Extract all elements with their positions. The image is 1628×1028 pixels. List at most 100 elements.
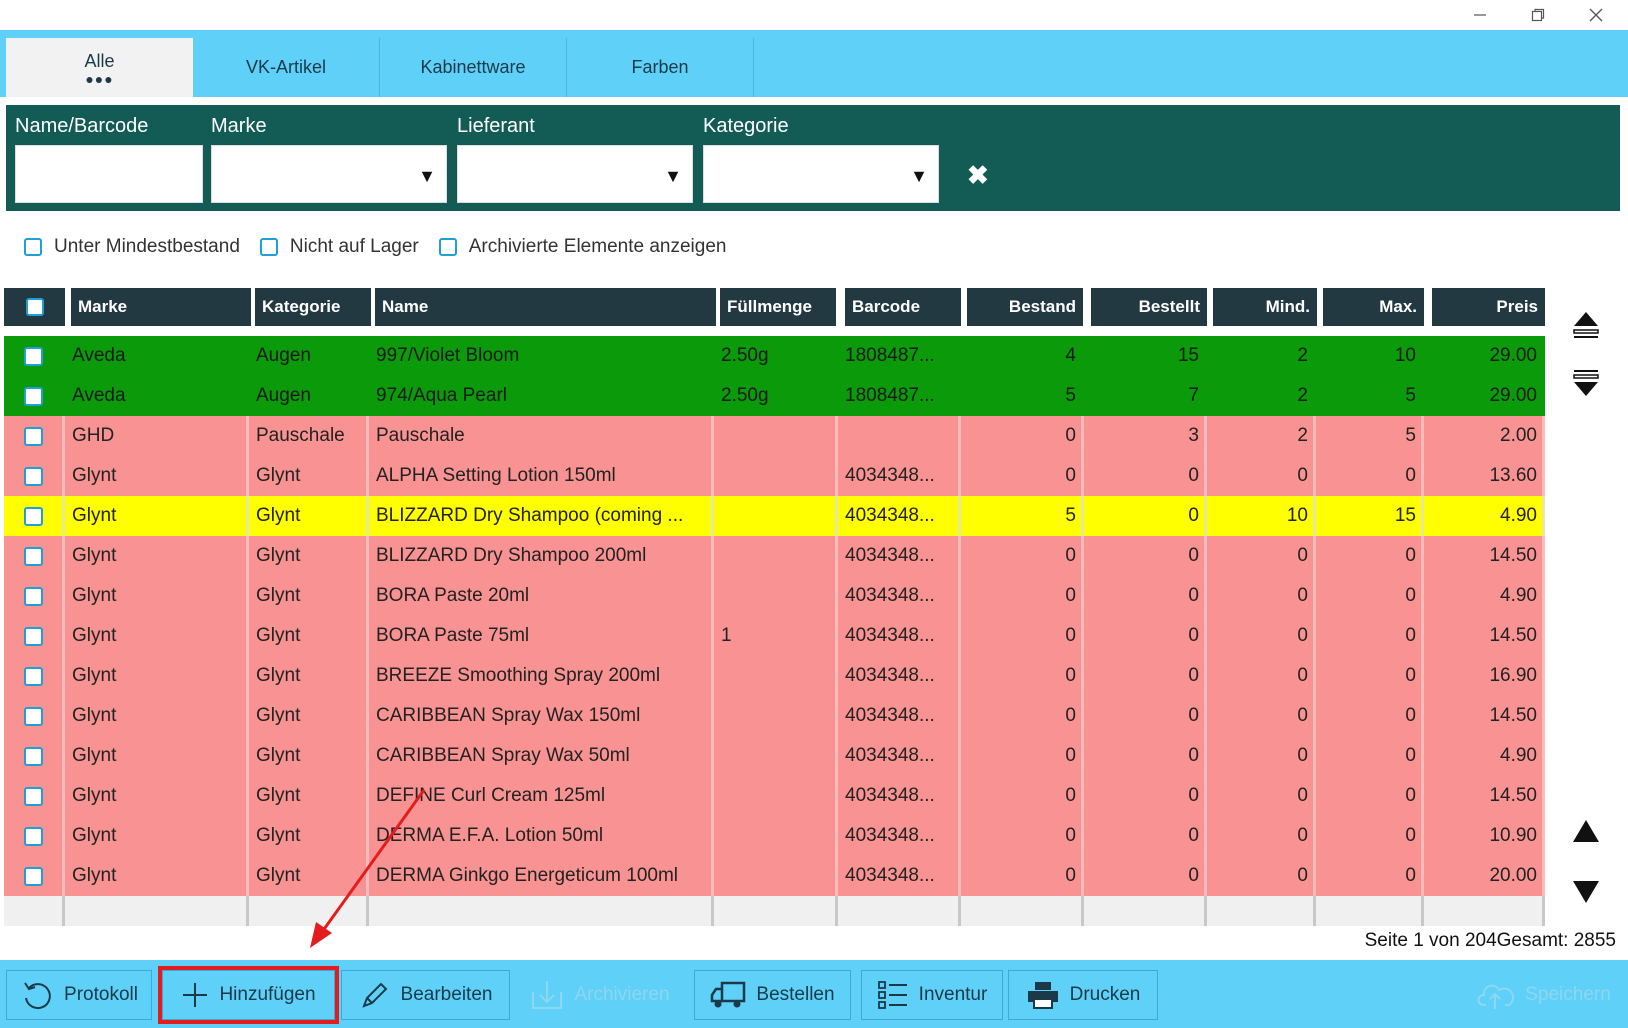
category-select[interactable]: ▼	[703, 145, 939, 203]
row-checkbox[interactable]	[23, 386, 43, 406]
select-all-header[interactable]	[4, 288, 65, 326]
edit-button[interactable]: Bearbeiten	[341, 970, 510, 1020]
close-icon	[1589, 8, 1603, 22]
row-select-cell[interactable]	[4, 496, 65, 536]
tab-label: VK-Artikel	[245, 57, 326, 77]
row-checkbox[interactable]	[23, 346, 43, 366]
cell-mind: 0	[1207, 576, 1316, 616]
minimize-icon	[1474, 14, 1486, 16]
row-select-cell[interactable]	[4, 536, 65, 576]
row-checkbox[interactable]	[23, 786, 43, 806]
row-select-cell[interactable]	[4, 656, 65, 696]
row-select-cell[interactable]	[4, 856, 65, 896]
row-select-cell[interactable]	[4, 456, 65, 496]
row-checkbox[interactable]	[23, 506, 43, 526]
cell-marke: Glynt	[65, 816, 249, 856]
option-label: Nicht auf Lager	[289, 236, 419, 257]
cell-name: BLIZZARD Dry Shampoo 200ml	[369, 536, 714, 576]
checkbox-icon[interactable]	[24, 238, 42, 256]
row-checkbox[interactable]	[23, 866, 43, 886]
row-select-cell[interactable]	[4, 816, 65, 856]
select-all-checkbox[interactable]	[25, 298, 44, 316]
table-row[interactable]: Glynt Glynt DEFINE Curl Cream 125ml 4034348…	[4, 776, 1545, 816]
table-row[interactable]: Glynt Glynt BLIZZARD Dry Shampoo (coming .…	[4, 496, 1545, 536]
supplier-select[interactable]: ▼	[457, 145, 693, 203]
cell-barcode: 4034348...	[838, 656, 961, 696]
table-row[interactable]: Aveda Augen 997/Violet Bloom 2.50g 1808487..…	[4, 336, 1545, 376]
row-select-cell[interactable]	[4, 736, 65, 776]
column-header-name[interactable]: Name	[375, 288, 716, 326]
scroll-top-button[interactable]	[1566, 304, 1606, 344]
row-checkbox[interactable]	[23, 546, 43, 566]
cell-fuellmenge	[714, 696, 838, 736]
protokoll-button[interactable]: Protokoll	[6, 970, 152, 1020]
column-header-barcode[interactable]: Barcode	[845, 288, 961, 326]
row-checkbox[interactable]	[23, 706, 43, 726]
table-row[interactable]: Aveda Augen 974/Aqua Pearl 2.50g 1808487... 5…	[4, 376, 1545, 416]
table-row[interactable]: Glynt Glynt BREEZE Smoothing Spray 200ml 40…	[4, 656, 1545, 696]
tab-alle[interactable]: Alle ●●●	[6, 38, 193, 97]
cell-bestand: 0	[961, 656, 1084, 696]
table-row[interactable]: Glynt Glynt ALPHA Setting Lotion 150ml 4034…	[4, 456, 1545, 496]
column-header-fuellmenge[interactable]: Füllmenge	[720, 288, 836, 326]
row-checkbox[interactable]	[23, 666, 43, 686]
table-row[interactable]: Glynt Glynt DERMA Ginkgo Energeticum 100ml…	[4, 856, 1545, 896]
cell-name: DEFINE Curl Cream 125ml	[369, 776, 714, 816]
archive-button[interactable]: Archivieren	[520, 970, 680, 1020]
column-header-bestellt[interactable]: Bestellt	[1091, 288, 1207, 326]
column-header-marke[interactable]: Marke	[71, 288, 251, 326]
order-button[interactable]: Bestellen	[694, 970, 851, 1020]
add-button[interactable]: Hinzufügen	[158, 966, 339, 1024]
table-row[interactable]: Glynt Glynt DERMA E.F.A. Lotion 50ml 403434…	[4, 816, 1545, 856]
cell-preis: 14.50	[1424, 616, 1545, 656]
minimize-button[interactable]	[1452, 0, 1508, 30]
option-out-of-stock[interactable]: Nicht auf Lager	[259, 236, 419, 258]
option-below-minimum[interactable]: Unter Mindestbestand	[24, 236, 240, 258]
table-row[interactable]: Glynt Glynt BORA Paste 20ml 4034348... 0 0 0 0 4…	[4, 576, 1545, 616]
print-button[interactable]: Drucken	[1008, 970, 1158, 1020]
cell-marke: Glynt	[65, 656, 249, 696]
row-checkbox[interactable]	[23, 426, 43, 446]
row-select-cell[interactable]	[4, 336, 65, 376]
column-header-preis[interactable]: Preis	[1432, 288, 1545, 326]
option-show-archived[interactable]: Archivierte Elemente anzeigen	[438, 236, 726, 258]
save-button[interactable]: Speichern	[1468, 970, 1620, 1020]
table-row[interactable]: Glynt Glynt BLIZZARD Dry Shampoo 200ml 4034…	[4, 536, 1545, 576]
tab-kabinettware[interactable]: Kabinettware	[380, 38, 567, 97]
row-checkbox[interactable]	[23, 826, 43, 846]
brand-select[interactable]: ▼	[211, 145, 447, 203]
row-select-cell[interactable]	[4, 776, 65, 816]
scroll-bottom-button[interactable]	[1566, 364, 1606, 404]
table-row[interactable]: Glynt Glynt CARIBBEAN Spray Wax 150ml 40343…	[4, 696, 1545, 736]
inventory-button[interactable]: Inventur	[861, 970, 1003, 1020]
column-header-bestand[interactable]: Bestand	[967, 288, 1083, 326]
tab-vk-artikel[interactable]: VK-Artikel	[193, 38, 380, 97]
column-header-max[interactable]: Max.	[1323, 288, 1424, 326]
cell-marke: Glynt	[65, 576, 249, 616]
row-select-cell[interactable]	[4, 616, 65, 656]
scroll-up-button[interactable]	[1566, 811, 1606, 851]
bottom-toolbar: Protokoll Hinzufügen Bearbeiten Archivie…	[0, 960, 1628, 1028]
clear-filters-icon[interactable]: ✖	[967, 160, 989, 191]
restore-button[interactable]	[1510, 0, 1566, 30]
row-select-cell[interactable]	[4, 696, 65, 736]
name-barcode-input[interactable]	[15, 145, 203, 203]
column-header-mind[interactable]: Mind.	[1213, 288, 1317, 326]
close-button[interactable]	[1568, 0, 1624, 30]
row-checkbox[interactable]	[23, 746, 43, 766]
table-row[interactable]: GHD Pauschale Pauschale 0 3 2 5 2.00	[4, 416, 1545, 456]
row-checkbox[interactable]	[23, 626, 43, 646]
table-row[interactable]: Glynt Glynt BORA Paste 75ml 1 4034348... 0 0 0 0…	[4, 616, 1545, 656]
checkbox-icon[interactable]	[259, 238, 278, 256]
row-select-cell[interactable]	[4, 576, 65, 616]
tab-farben[interactable]: Farben	[567, 38, 754, 97]
table-row[interactable]: Glynt Glynt CARIBBEAN Spray Wax 50ml 403434…	[4, 736, 1545, 776]
empty-cell	[838, 896, 961, 926]
row-checkbox[interactable]	[23, 586, 43, 606]
column-header-kategorie[interactable]: Kategorie	[255, 288, 371, 326]
row-select-cell[interactable]	[4, 416, 65, 456]
scroll-down-button[interactable]	[1566, 872, 1606, 912]
checkbox-icon[interactable]	[438, 238, 457, 256]
row-select-cell[interactable]	[4, 376, 65, 416]
row-checkbox[interactable]	[23, 466, 43, 486]
